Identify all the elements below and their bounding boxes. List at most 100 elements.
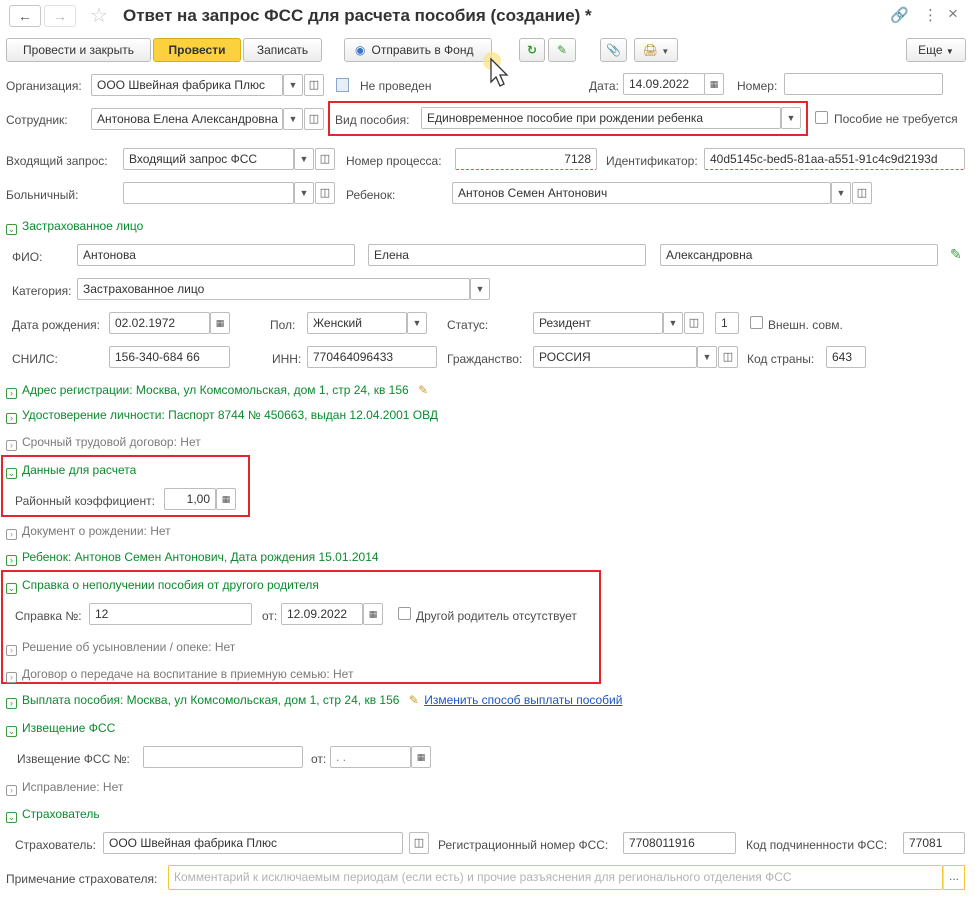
certificate-section-title: Справка о неполучении пособия от другого… — [22, 578, 319, 592]
insurer-field[interactable]: ООО Швейная фабрика Плюс — [103, 832, 403, 854]
post-and-close-button[interactable]: Провести и закрыть — [6, 38, 151, 62]
change-payment-method-link[interactable]: Изменить способ выплаты пособий — [424, 693, 622, 707]
notice-section-toggle[interactable]: ⌄ Извещение ФСС — [6, 721, 115, 737]
post-button[interactable]: Провести — [153, 38, 241, 62]
foster-section-toggle[interactable]: › Договор о передаче на воспитание в прие… — [6, 667, 353, 683]
comment-open-button[interactable]: ... — [943, 865, 965, 890]
insurer-section-toggle[interactable]: ⌄ Страхователь — [6, 807, 100, 823]
document-status-icon — [336, 78, 349, 92]
reg-number-field[interactable]: 7708011916 — [623, 832, 736, 854]
save-button[interactable]: Записать — [243, 38, 322, 62]
first-name-field[interactable]: Елена — [368, 244, 646, 266]
org-dropdown-button[interactable]: ▼ — [283, 74, 303, 96]
correction-section-title: Исправление: Нет — [22, 780, 124, 794]
status-number-field[interactable]: 1 — [715, 312, 739, 334]
child-open-button[interactable]: ◫ — [852, 182, 872, 204]
no-benefit-checkbox[interactable] — [815, 111, 828, 124]
inn-field[interactable]: 770464096433 — [307, 346, 437, 368]
citizenship-field[interactable]: РОССИЯ — [533, 346, 697, 368]
notice-date-calendar-button[interactable]: ▦ — [411, 746, 431, 768]
birth-date-field[interactable]: 02.02.1972 — [109, 312, 210, 334]
category-dropdown-button[interactable]: ▼ — [470, 278, 490, 300]
identity-section-toggle[interactable]: › Удостоверение личности: Паспорт 8744 № … — [6, 408, 438, 424]
sex-field[interactable]: Женский — [307, 312, 407, 334]
org-open-button[interactable]: ◫ — [304, 74, 324, 96]
org-label: Организация: — [6, 79, 82, 93]
insured-section-toggle[interactable]: ⌄ Застрахованное лицо — [6, 219, 143, 235]
sick-leave-field[interactable] — [123, 182, 294, 204]
employee-field[interactable]: Антонова Елена Александровна — [91, 108, 283, 130]
correction-section-toggle[interactable]: › Исправление: Нет — [6, 780, 123, 796]
address-section-toggle[interactable]: › Адрес регистрации: Москва, ул Комсомоль… — [6, 383, 428, 399]
last-name-field[interactable]: Антонова — [77, 244, 355, 266]
favorite-star-icon[interactable]: ☆ — [90, 3, 108, 28]
contract-section-toggle[interactable]: › Срочный трудовой договор: Нет — [6, 435, 201, 451]
send-to-fund-button[interactable]: ◉ Отправить в Фонд — [344, 38, 492, 62]
identifier-field[interactable]: 40d5145c-bed5-81aa-a551-91c4c9d2193d — [704, 148, 965, 170]
sex-dropdown-button[interactable]: ▼ — [407, 312, 427, 334]
child-dropdown-button[interactable]: ▼ — [831, 182, 851, 204]
category-field[interactable]: Застрахованное лицо — [77, 278, 470, 300]
number-field[interactable] — [784, 73, 943, 95]
benefit-type-field[interactable]: Единовременное пособие при рождении ребе… — [421, 107, 781, 129]
more-button[interactable]: Еще ▼ — [906, 38, 966, 62]
snils-label: СНИЛС: — [12, 352, 58, 366]
external-part-time-checkbox[interactable] — [750, 316, 763, 329]
certificate-section-toggle[interactable]: ⌄ Справка о неполучении пособия от другог… — [6, 578, 319, 594]
incoming-dropdown-button[interactable]: ▼ — [294, 148, 314, 170]
insurer-comment-field[interactable]: Комментарий к исключаемым периодам (если… — [168, 865, 943, 890]
birth-date-calendar-button[interactable]: ▦ — [210, 312, 230, 334]
citizenship-dropdown-button[interactable]: ▼ — [697, 346, 717, 368]
attach-button[interactable]: 📎 — [600, 38, 627, 62]
edit-fio-icon[interactable]: ✎ — [950, 246, 962, 263]
subordination-code-field[interactable]: 77081 — [903, 832, 965, 854]
birth-doc-section-toggle[interactable]: › Документ о рождении: Нет — [6, 524, 171, 540]
close-icon[interactable]: × — [948, 4, 958, 24]
status-field[interactable]: Резидент — [533, 312, 663, 334]
foster-section-title: Договор о передаче на воспитание в прием… — [22, 667, 354, 681]
certificate-number-field[interactable]: 12 — [89, 603, 252, 625]
middle-name-field[interactable]: Александровна — [660, 244, 938, 266]
process-field[interactable]: 7128 — [455, 148, 597, 170]
status-open-button[interactable]: ◫ — [684, 312, 704, 334]
calc-section-toggle[interactable]: ⌄ Данные для расчета — [6, 463, 136, 479]
status-dropdown-button[interactable]: ▼ — [663, 312, 683, 334]
citizenship-label: Гражданство: — [447, 352, 523, 366]
org-field[interactable]: ООО Швейная фабрика Плюс — [91, 74, 283, 96]
certificate-date-calendar-button[interactable]: ▦ — [363, 603, 383, 625]
clear-edit-button[interactable]: ✎ — [548, 38, 576, 62]
link-icon[interactable]: 🔗 — [890, 6, 909, 24]
sick-leave-open-button[interactable]: ◫ — [315, 182, 335, 204]
employee-dropdown-button[interactable]: ▼ — [283, 108, 303, 130]
snils-field[interactable]: 156-340-684 66 — [109, 346, 230, 368]
back-button[interactable]: ← — [9, 5, 41, 27]
child-section-toggle[interactable]: › Ребенок: Антонов Семен Антонович, Дата … — [6, 550, 379, 566]
forward-button[interactable]: → — [44, 5, 76, 27]
incoming-field[interactable]: Входящий запрос ФСС — [123, 148, 294, 170]
refresh-button[interactable]: ↻ — [519, 38, 545, 62]
calculator-button[interactable]: ▦ — [216, 488, 236, 510]
menu-kebab-icon[interactable]: ⋮ — [923, 6, 938, 24]
employee-open-button[interactable]: ◫ — [304, 108, 324, 130]
district-coef-field[interactable]: 1,00 — [164, 488, 216, 510]
edit-address-icon[interactable]: ✎ — [418, 383, 428, 397]
date-field[interactable]: 14.09.2022 — [623, 73, 705, 95]
citizenship-open-button[interactable]: ◫ — [718, 346, 738, 368]
payment-section-toggle[interactable]: › Выплата пособия: Москва, ул Комсомольск… — [6, 693, 622, 709]
sick-leave-dropdown-button[interactable]: ▼ — [294, 182, 314, 204]
edit-payment-icon[interactable]: ✎ — [409, 693, 419, 707]
notice-number-field[interactable] — [143, 746, 303, 768]
birth-doc-section-title: Документ о рождении: Нет — [22, 524, 171, 538]
certificate-date-field[interactable]: 12.09.2022 — [281, 603, 363, 625]
insurer-open-button[interactable]: ◫ — [409, 832, 429, 854]
benefit-type-dropdown-button[interactable]: ▼ — [781, 107, 801, 129]
subordination-code-label: Код подчиненности ФСС: — [746, 838, 888, 852]
child-field[interactable]: Антонов Семен Антонович — [452, 182, 831, 204]
date-calendar-button[interactable]: ▦ — [704, 73, 724, 95]
print-dropdown-button[interactable]: 🖨 ▼ — [634, 38, 678, 62]
country-code-field[interactable]: 643 — [826, 346, 866, 368]
incoming-open-button[interactable]: ◫ — [315, 148, 335, 170]
adoption-section-toggle[interactable]: › Решение об усыновлении / опеке: Нет — [6, 640, 235, 656]
no-other-parent-checkbox[interactable] — [398, 607, 411, 620]
notice-date-field[interactable]: . . — [330, 746, 411, 768]
